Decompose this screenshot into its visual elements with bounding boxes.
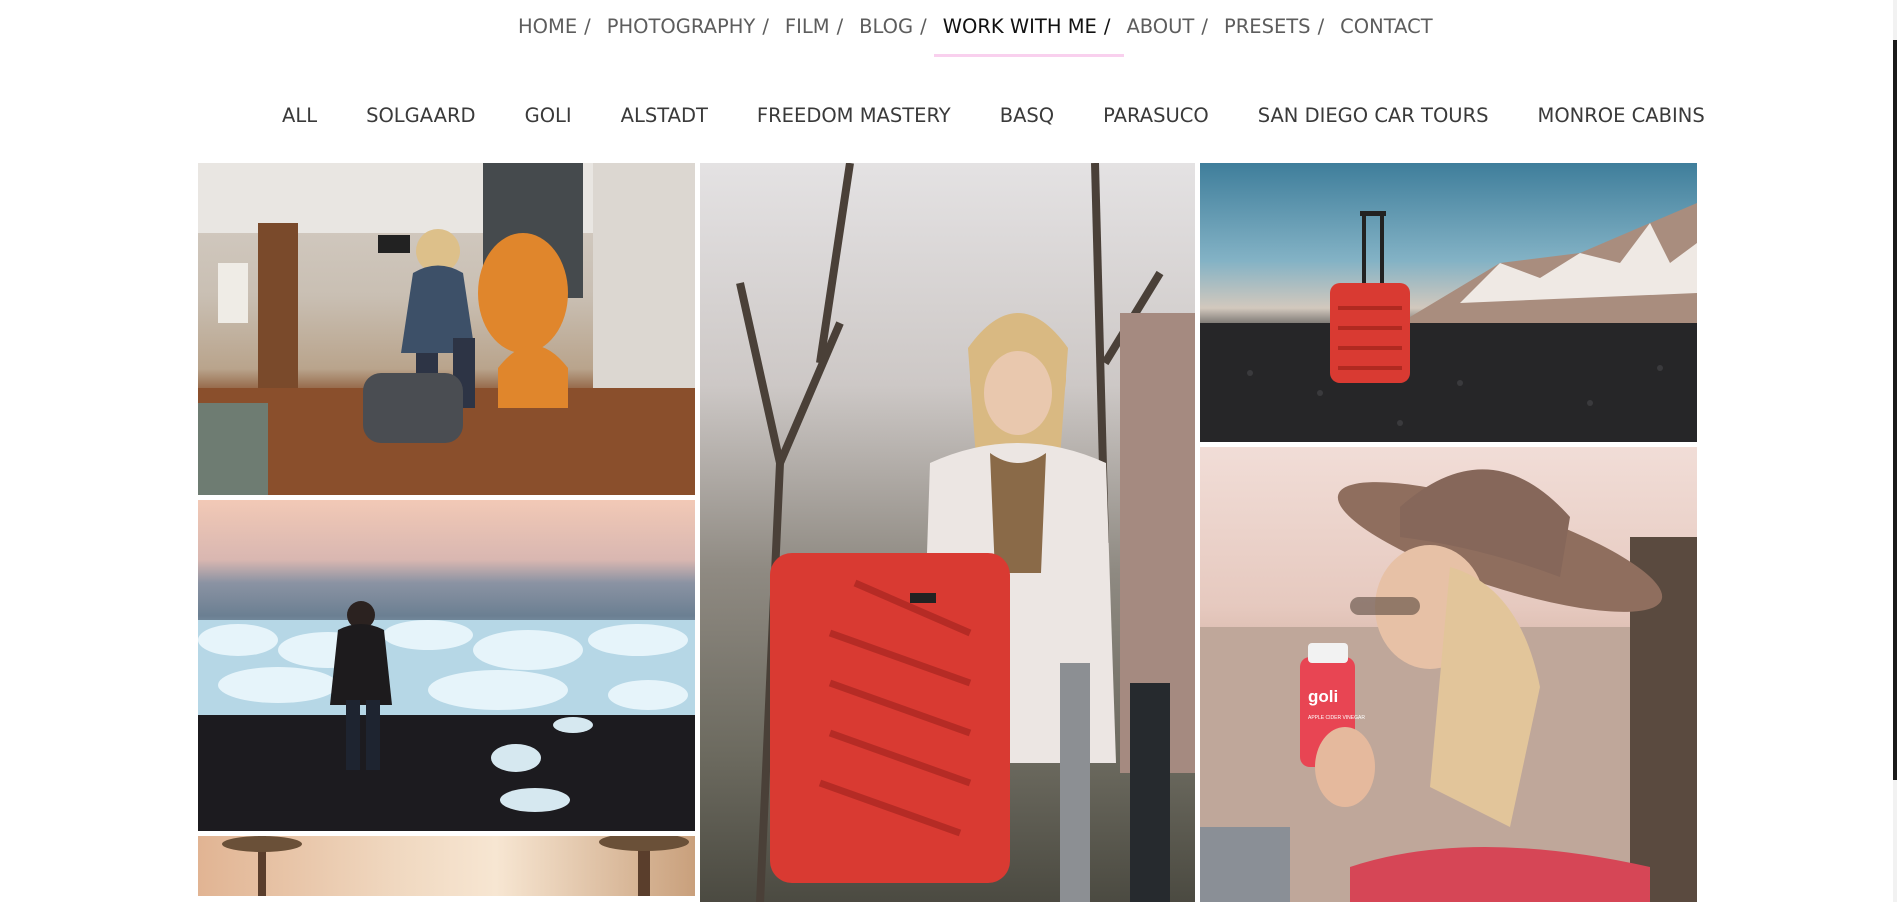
nav-separator: / (920, 15, 927, 38)
gallery-photo-interior-chair[interactable] (198, 163, 695, 495)
filter-san-diego-car-tours[interactable]: SAN DIEGO CAR TOURS (1258, 104, 1489, 127)
nav-separator: / (1103, 15, 1111, 38)
gallery-photo-red-suitcase-bike[interactable] (700, 163, 1195, 902)
photo-illustration (222, 836, 689, 896)
nav-link-film[interactable]: FILM (785, 15, 830, 38)
nav-link-photography[interactable]: PHOTOGRAPHY (607, 15, 756, 38)
filter-goli[interactable]: GOLI (525, 104, 572, 127)
filter-monroe-cabins[interactable]: MONROE CABINS (1538, 104, 1705, 127)
filter-freedom-mastery[interactable]: FREEDOM MASTERY (757, 104, 951, 127)
nav-item-work-with-me: WORK WITH ME / (933, 15, 1127, 57)
nav-item-blog: BLOG / (859, 15, 943, 38)
nav-link-contact[interactable]: CONTACT (1340, 15, 1432, 38)
nav-item-about: ABOUT / (1126, 15, 1224, 38)
filter-alstadt[interactable]: ALSTADT (621, 104, 708, 127)
nav-link-presets[interactable]: PRESETS (1224, 15, 1311, 38)
goli-bottle-sublabel: APPLE CIDER VINEGAR (1308, 715, 1365, 721)
nav-item-film: FILM / (785, 15, 859, 38)
scrollbar-thumb[interactable] (1893, 40, 1897, 780)
nav-link-blog[interactable]: BLOG (859, 15, 913, 38)
filter-basq[interactable]: BASQ (1000, 104, 1054, 127)
nav-separator: / (1201, 15, 1208, 38)
photo-illustration (736, 163, 1195, 902)
gallery-photo-iceberg-beach[interactable] (198, 500, 695, 831)
portfolio-page: HOME / PHOTOGRAPHY / FILM / BLOG / WORK … (0, 0, 1897, 902)
nav-link-home[interactable]: HOME (518, 15, 577, 38)
photo-illustration (198, 601, 695, 831)
main-navigation: HOME / PHOTOGRAPHY / FILM / BLOG / WORK … (518, 15, 1433, 57)
photo-illustration: goli APPLE CIDER VINEGAR (1200, 469, 1697, 902)
filter-parasuco[interactable]: PARASUCO (1103, 104, 1209, 127)
gallery-photo-sunset-palms[interactable] (198, 836, 695, 896)
photo-illustration (1200, 203, 1697, 442)
nav-item-home: HOME / (518, 15, 607, 38)
nav-separator: / (762, 15, 769, 38)
nav-separator: / (836, 15, 844, 38)
photo-illustration (198, 163, 695, 495)
nav-separator: / (584, 15, 591, 38)
nav-separator: / (1317, 15, 1325, 38)
goli-bottle-label: goli (1308, 687, 1338, 706)
filter-all[interactable]: ALL (282, 104, 317, 127)
nav-link-work-with-me[interactable]: WORK WITH ME (943, 15, 1097, 38)
nav-item-presets: PRESETS / (1224, 15, 1340, 38)
gallery-photo-suitcase-mountains[interactable] (1200, 163, 1697, 442)
nav-item-contact: CONTACT (1340, 15, 1432, 38)
nav-item-photography: PHOTOGRAPHY / (607, 15, 785, 38)
filter-solgaard[interactable]: SOLGAARD (366, 104, 476, 127)
category-filter-bar: ALL SOLGAARD GOLI ALSTADT FREEDOM MASTER… (282, 104, 1705, 127)
nav-link-about[interactable]: ABOUT (1126, 15, 1194, 38)
page-scrollbar[interactable] (1893, 0, 1897, 902)
gallery-photo-goli-hat[interactable]: goli APPLE CIDER VINEGAR (1200, 447, 1697, 902)
